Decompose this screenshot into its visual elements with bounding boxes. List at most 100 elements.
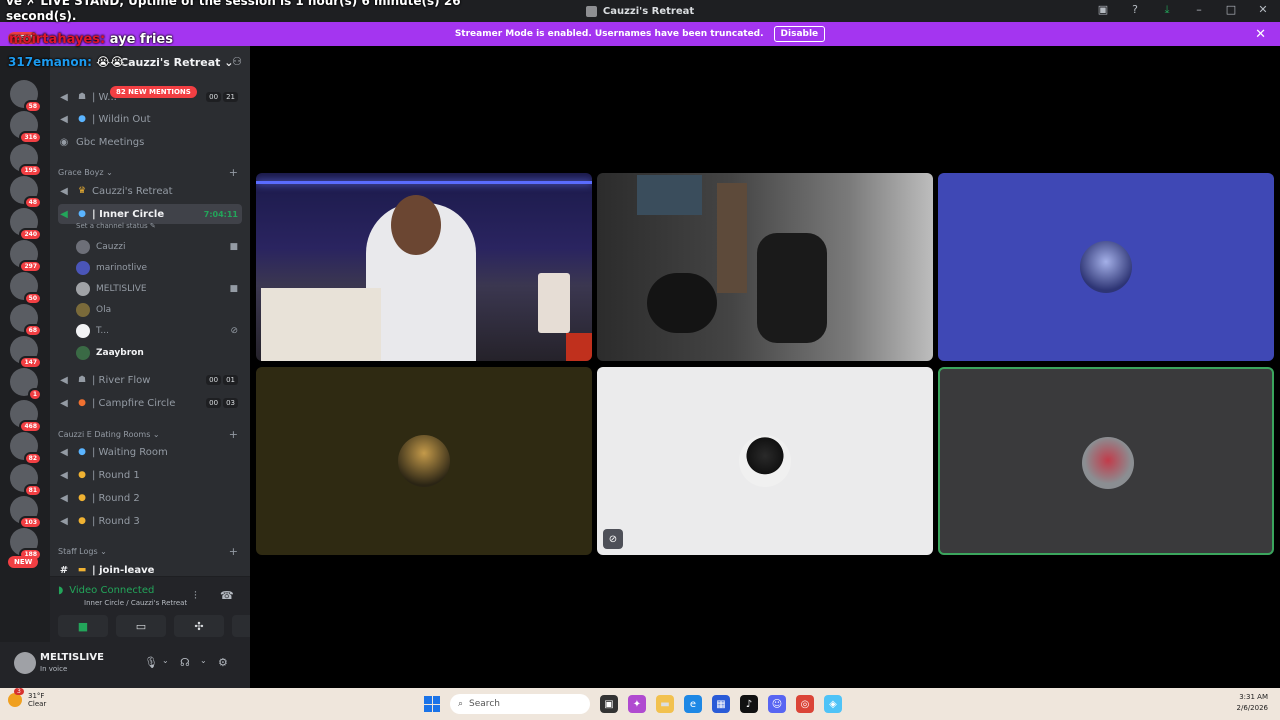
voice-channel[interactable]: ◀ ☗ | River Flow 00 01 bbox=[58, 370, 242, 390]
disconnect-icon[interactable]: ☎ bbox=[220, 589, 234, 602]
copilot-icon[interactable]: ✦ bbox=[628, 695, 646, 713]
avatar-tile[interactable] bbox=[256, 367, 592, 555]
hash-icon: # bbox=[59, 564, 69, 576]
voice-user[interactable]: T... ⊘ bbox=[76, 321, 242, 341]
store-icon[interactable]: ▦ bbox=[712, 695, 730, 713]
category-header[interactable]: Staff Logs ⌄ + bbox=[58, 545, 242, 558]
channel-name: Cauzzi's Retreat bbox=[92, 185, 173, 197]
count-right: 01 bbox=[223, 375, 238, 385]
disable-button[interactable]: Disable bbox=[773, 26, 826, 42]
voice-channel[interactable]: ◀ ● | Round 1 bbox=[58, 465, 242, 485]
add-channel-icon[interactable]: + bbox=[229, 166, 238, 179]
inbox-icon[interactable]: ▣ bbox=[1096, 3, 1110, 17]
voice-user[interactable]: marinotlive bbox=[76, 258, 242, 278]
server-icon[interactable]: 468 bbox=[10, 400, 42, 433]
server-icon[interactable]: 297 bbox=[10, 240, 42, 273]
banner-close-icon[interactable]: ✕ bbox=[1255, 27, 1266, 42]
muted-icon: ⊘ bbox=[603, 529, 623, 549]
voice-user[interactable]: Zaaybron bbox=[76, 343, 242, 363]
stage-channel[interactable]: ◉ Gbc Meetings bbox=[58, 132, 242, 152]
chevron-down-icon[interactable]: ⌄ bbox=[200, 656, 207, 665]
voice-channel[interactable]: ◀ ● | Waiting Room bbox=[58, 442, 242, 462]
speaker-icon: ◀ bbox=[60, 113, 68, 125]
server-icon[interactable]: 58 bbox=[10, 80, 42, 113]
invite-icon[interactable]: ⚇ bbox=[232, 55, 242, 68]
search-box[interactable]: ⌕ Search bbox=[450, 694, 590, 714]
server-icon[interactable]: 81 bbox=[10, 464, 42, 497]
chat-message: 317emanon: 😭😭 bbox=[8, 55, 124, 69]
voice-channel[interactable]: ◀ ● | Round 2 bbox=[58, 488, 242, 508]
temperature: 31°F bbox=[28, 692, 45, 700]
search-placeholder: Search bbox=[469, 699, 500, 709]
screen-share-button[interactable]: ▭ bbox=[116, 615, 166, 637]
server-icon[interactable]: 195 bbox=[10, 144, 42, 177]
server-icon[interactable]: 103 bbox=[10, 496, 42, 529]
download-icon[interactable]: ⤓ bbox=[1160, 3, 1174, 17]
weather-widget[interactable]: 3 31°F Clear bbox=[8, 688, 46, 709]
microphone-icon[interactable]: 🎙 bbox=[144, 656, 158, 669]
server-icon[interactable]: 240 bbox=[10, 208, 42, 241]
category-header[interactable]: Cauzzi E Dating Rooms ⌄ + bbox=[58, 428, 242, 441]
start-button[interactable] bbox=[424, 696, 440, 712]
led-strip bbox=[256, 181, 592, 184]
system-clock[interactable]: 3:31 AM 2/6/2026 bbox=[1237, 692, 1268, 714]
channel-name: | Round 3 bbox=[92, 515, 140, 527]
edge-browser-icon[interactable]: e bbox=[684, 695, 702, 713]
channel-status[interactable]: Set a channel status ✎ bbox=[76, 220, 250, 232]
minimize-button[interactable]: – bbox=[1192, 3, 1206, 17]
task-view-icon[interactable]: ▣ bbox=[600, 695, 618, 713]
add-channel-icon[interactable]: + bbox=[229, 545, 238, 558]
server-icon[interactable]: 188 bbox=[10, 528, 42, 561]
voice-status[interactable]: ◗ Video Connected bbox=[58, 585, 154, 596]
add-channel-icon[interactable]: + bbox=[229, 428, 238, 441]
voice-user[interactable]: Cauzzi ■ bbox=[76, 237, 242, 257]
voice-location[interactable]: Inner Circle / Cauzzi's Retreat bbox=[84, 599, 187, 607]
voice-channel[interactable]: ◀ ☗ | W... 00 21 bbox=[58, 87, 242, 107]
voice-user[interactable]: Ola bbox=[76, 300, 242, 320]
server-icon[interactable]: 68 bbox=[10, 304, 42, 337]
activities-button[interactable]: ✣ bbox=[174, 615, 224, 637]
server-icon[interactable]: 82 bbox=[10, 432, 42, 465]
video-tile[interactable] bbox=[256, 173, 592, 361]
mention-badge: 81 bbox=[23, 484, 42, 497]
voice-channel[interactable]: ◀ ● | Round 3 bbox=[58, 511, 242, 531]
server-icon[interactable]: 50 bbox=[10, 272, 42, 305]
voice-channel[interactable]: ◀ ● | Wildin Out bbox=[58, 109, 242, 129]
server-name: Cauzzi's Retreat bbox=[120, 55, 221, 69]
voice-user[interactable]: MELTISLIVE ■ bbox=[76, 279, 242, 299]
avatar bbox=[76, 346, 90, 360]
app-icon[interactable]: ◈ bbox=[824, 695, 842, 713]
category-header[interactable]: Grace Boyz ⌄ + bbox=[58, 166, 242, 179]
voice-status-text: Video Connected bbox=[69, 585, 155, 596]
server-icon[interactable]: 48 bbox=[10, 176, 42, 209]
close-button[interactable]: ✕ bbox=[1256, 3, 1270, 17]
voice-channel[interactable]: ◀ ● | Campfire Circle 00 03 bbox=[58, 393, 242, 413]
chat-username: 317emanon: bbox=[8, 55, 92, 69]
muted-icon: ⊘ bbox=[230, 326, 238, 336]
camera-button[interactable]: ■ bbox=[58, 615, 108, 637]
avatar-tile-speaking[interactable] bbox=[938, 367, 1274, 555]
username: Cauzzi bbox=[96, 242, 126, 252]
file-explorer-icon[interactable]: ▬ bbox=[656, 695, 674, 713]
maximize-button[interactable]: □ bbox=[1224, 3, 1238, 17]
mention-badge: 1 bbox=[27, 388, 42, 401]
help-icon[interactable]: ? bbox=[1128, 3, 1142, 17]
noise-suppression-icon[interactable]: ⫶ bbox=[194, 589, 197, 603]
video-tile[interactable] bbox=[597, 173, 933, 361]
settings-gear-icon[interactable]: ⚙ bbox=[218, 656, 228, 669]
discord-icon[interactable]: ☺ bbox=[768, 695, 786, 713]
server-icon[interactable]: 316 bbox=[10, 111, 42, 144]
tiktok-icon[interactable]: ♪ bbox=[740, 695, 758, 713]
avatar-tile[interactable]: ⊘ bbox=[597, 367, 933, 555]
server-icon[interactable]: 1 bbox=[10, 368, 42, 401]
text-channel[interactable]: # ▬ | join-leave bbox=[58, 560, 242, 576]
server-icon[interactable]: 147 bbox=[10, 336, 42, 369]
chrome-icon[interactable]: ◎ bbox=[796, 695, 814, 713]
headphones-icon[interactable]: ☊ bbox=[180, 656, 190, 669]
avatar[interactable] bbox=[14, 652, 36, 674]
username: MELTISLIVE bbox=[96, 284, 147, 294]
voice-channel[interactable]: ◀ ♛ Cauzzi's Retreat bbox=[58, 181, 242, 201]
avatar-tile[interactable] bbox=[938, 173, 1274, 361]
speaker-icon: ◀ bbox=[60, 185, 68, 197]
chevron-down-icon[interactable]: ⌄ bbox=[162, 656, 169, 665]
